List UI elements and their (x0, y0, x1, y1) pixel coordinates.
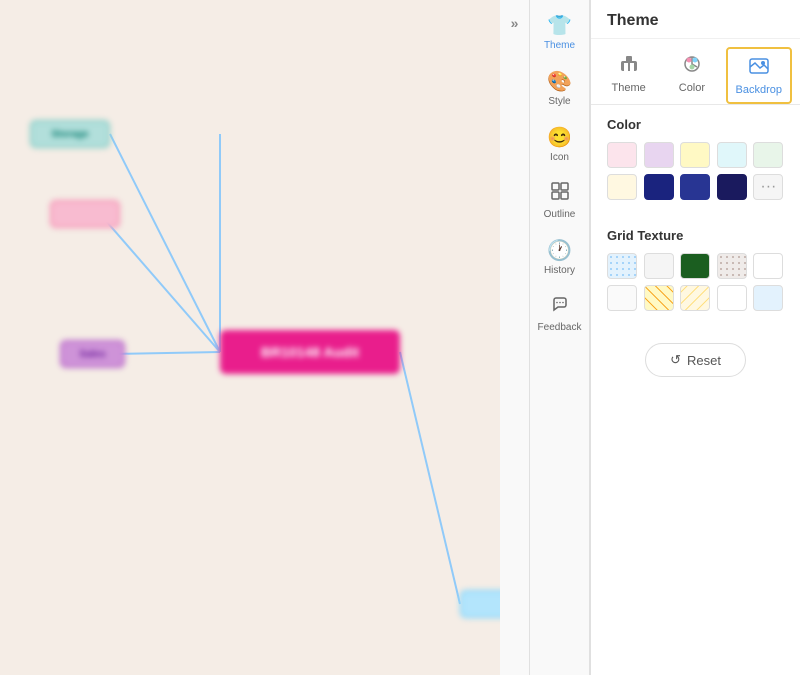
node-right1[interactable] (460, 590, 500, 618)
tab-theme[interactable]: Theme (599, 47, 658, 104)
texture-white-plain[interactable] (753, 253, 783, 279)
texture-dots-blue[interactable] (607, 253, 637, 279)
sidebar-item-theme[interactable]: 👕 Theme (532, 5, 588, 59)
tab-color-icon (681, 53, 703, 80)
panel-tabs: Theme Color Back (591, 39, 800, 105)
sidebar-item-outline[interactable]: Outline (532, 173, 588, 228)
swatch-lavender[interactable] (644, 142, 674, 168)
sidebar-item-outline-label: Outline (544, 209, 576, 220)
texture-white2[interactable] (717, 285, 747, 311)
outline-icon (550, 181, 570, 207)
tab-theme-icon (618, 53, 640, 80)
tab-theme-label: Theme (612, 82, 646, 94)
style-icon: 🎨 (547, 69, 572, 94)
sidebar-item-icon[interactable]: 😊 Icon (532, 117, 588, 171)
tab-color-label: Color (679, 82, 705, 94)
swatch-dark-navy[interactable] (644, 174, 674, 200)
icon-icon: 😊 (547, 125, 572, 150)
reset-label: Reset (687, 353, 721, 368)
tab-backdrop-label: Backdrop (736, 84, 782, 96)
color-swatches: ··· (607, 142, 784, 200)
swatch-yellow-light[interactable] (680, 142, 710, 168)
node-storage[interactable]: Storage (30, 120, 110, 148)
texture-tan-dots[interactable] (717, 253, 747, 279)
swatch-dark-blue[interactable] (680, 174, 710, 200)
sidebar-item-style-label: Style (548, 96, 570, 107)
reset-button[interactable]: ↺ Reset (645, 343, 746, 377)
texture-diagonal-yellow[interactable] (644, 285, 674, 311)
theme-icon: 👕 (547, 13, 572, 38)
central-node[interactable]: BR10148 Audit (220, 330, 400, 374)
texture-plain-white2[interactable] (607, 285, 637, 311)
swatch-more[interactable]: ··· (753, 174, 783, 200)
tool-sidebar: 👕 Theme 🎨 Style 😊 Icon Outline 🕐 History (530, 0, 590, 675)
swatch-pink-light[interactable] (607, 142, 637, 168)
sidebar-item-history[interactable]: 🕐 History (532, 230, 588, 284)
sidebar-item-icon-label: Icon (550, 152, 569, 163)
reset-icon: ↺ (670, 352, 681, 368)
swatch-cyan-light[interactable] (717, 142, 747, 168)
sidebar-item-style[interactable]: 🎨 Style (532, 61, 588, 115)
canvas-area: BR10148 Audit Storage Sales (0, 0, 500, 675)
tab-color[interactable]: Color (662, 47, 721, 104)
sidebar-item-theme-label: Theme (544, 40, 575, 51)
history-icon: 🕐 (547, 238, 572, 263)
feedback-icon (550, 294, 570, 320)
sidebar-item-history-label: History (544, 265, 575, 276)
sidebar-item-feedback-label: Feedback (538, 322, 582, 333)
grid-texture-section: Grid Texture (591, 216, 800, 319)
color-section-title: Color (607, 117, 784, 132)
node-2[interactable] (50, 200, 120, 228)
tab-backdrop[interactable]: Backdrop (726, 47, 792, 104)
texture-plain-gray[interactable] (644, 253, 674, 279)
node-sales[interactable]: Sales (60, 340, 125, 368)
texture-diagonal2[interactable] (680, 285, 710, 311)
collapse-button[interactable]: » (500, 0, 530, 675)
swatch-deep-navy[interactable] (717, 174, 747, 200)
texture-dark-green[interactable] (680, 253, 710, 279)
color-section: Color ··· (591, 105, 800, 216)
grid-texture-title: Grid Texture (607, 228, 784, 243)
swatch-cream[interactable] (607, 174, 637, 200)
texture-light-blue[interactable] (753, 285, 783, 311)
panel-title: Theme (591, 0, 800, 39)
tab-backdrop-icon (748, 55, 770, 82)
chevron-right-icon: » (511, 15, 519, 31)
right-panel: Theme Theme (590, 0, 800, 675)
sidebar-item-feedback[interactable]: Feedback (532, 286, 588, 341)
swatch-green-light[interactable] (753, 142, 783, 168)
texture-swatches (607, 253, 784, 311)
